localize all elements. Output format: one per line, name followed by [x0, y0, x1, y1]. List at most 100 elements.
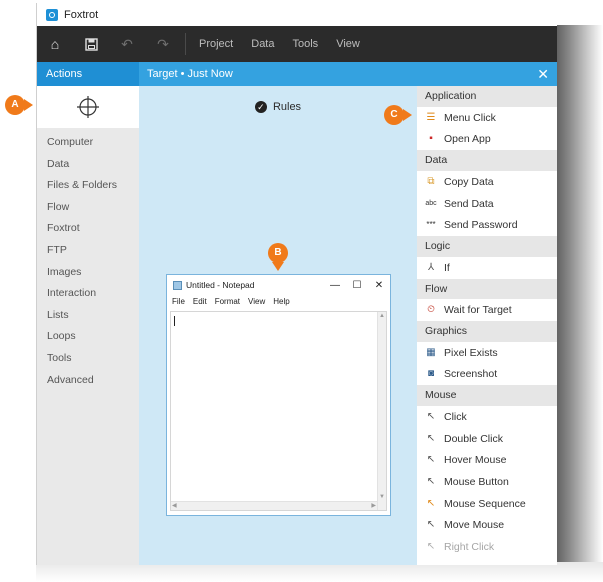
menu-data[interactable]: Data — [251, 38, 274, 50]
menu-tools[interactable]: Tools — [293, 38, 319, 50]
category-foxtrot[interactable]: Foxtrot — [37, 218, 139, 240]
action-copy-data[interactable]: ⧉ Copy Data — [417, 171, 557, 193]
minimize-icon: — — [330, 279, 340, 291]
action-move-mouse[interactable]: ↖ Move Mouse — [417, 514, 557, 536]
text-caret — [174, 316, 175, 326]
target-canvas: ✓ Rules Untitled - Notepad — ☐ ✕ File Ed… — [139, 86, 417, 565]
callout-c: C — [384, 105, 404, 125]
category-advanced[interactable]: Advanced — [37, 370, 139, 392]
action-label: Send Password — [444, 219, 518, 232]
scroll-up-icon: ▲ — [379, 313, 385, 319]
category-ftp[interactable]: FTP — [37, 240, 139, 262]
toolbar-divider — [185, 33, 186, 55]
section-flow: Flow — [417, 278, 557, 300]
right-click-icon: ↖ — [426, 540, 436, 552]
double-click-icon: ↖ — [426, 432, 436, 444]
callout-b-pointer — [272, 262, 284, 271]
redo-icon[interactable]: ↷ — [145, 26, 181, 62]
action-click[interactable]: ↖ Click — [417, 406, 557, 428]
notepad-menu-bar: File Edit Format View Help — [167, 295, 390, 308]
undo-icon[interactable]: ↶ — [109, 26, 145, 62]
section-graphics: Graphics — [417, 321, 557, 342]
callout-c-pointer — [403, 109, 412, 121]
action-label: Double Click — [444, 432, 503, 445]
callout-b: B — [268, 243, 288, 263]
actions-panel-header: Actions — [37, 62, 139, 86]
action-menu-click[interactable]: ☰ Menu Click — [417, 107, 557, 129]
crosshair-icon — [77, 96, 99, 118]
notepad-title-bar: Untitled - Notepad — ☐ ✕ — [167, 275, 390, 295]
window-shadow-bottom — [36, 562, 603, 582]
click-icon: ↖ — [426, 410, 436, 422]
category-loops[interactable]: Loops — [37, 326, 139, 348]
action-double-click[interactable]: ↖ Double Click — [417, 428, 557, 450]
menu-view[interactable]: View — [336, 38, 360, 50]
target-selector[interactable] — [37, 86, 139, 128]
notepad-menu-view: View — [248, 297, 266, 306]
action-label: Hover Mouse — [444, 454, 507, 467]
action-send-data[interactable]: abc Send Data — [417, 193, 557, 215]
action-label: Screenshot — [444, 368, 498, 381]
scroll-right-icon: ▶ — [371, 503, 376, 509]
action-send-password[interactable]: *** Send Password — [417, 214, 557, 236]
notepad-menu-edit: Edit — [192, 297, 207, 306]
close-icon[interactable]: ✕ — [537, 62, 549, 86]
category-interaction[interactable]: Interaction — [37, 283, 139, 305]
maximize-icon: ☐ — [352, 279, 362, 291]
screenshot-icon: ◙ — [427, 368, 435, 380]
action-open-app[interactable]: ▪ Open App — [417, 128, 557, 150]
action-label: Move Mouse — [444, 519, 505, 532]
category-flow[interactable]: Flow — [37, 197, 139, 219]
home-icon[interactable]: ⌂ — [37, 26, 73, 62]
action-mouse-sequence[interactable]: ↖ Mouse Sequence — [417, 493, 557, 515]
section-logic: Logic — [417, 236, 557, 257]
action-label: Mouse Sequence — [444, 497, 526, 510]
category-lists[interactable]: Lists — [37, 305, 139, 327]
action-mouse-button[interactable]: ↖ Mouse Button — [417, 471, 557, 493]
category-images[interactable]: Images — [37, 262, 139, 284]
move-mouse-icon: ↖ — [426, 519, 436, 531]
action-label: Open App — [444, 133, 491, 146]
scroll-left-icon: ◀ — [172, 503, 177, 509]
action-right-click[interactable]: ↖ Right Click — [417, 536, 557, 558]
window-title: Foxtrot — [64, 8, 99, 21]
notepad-icon — [173, 280, 182, 290]
foxtrot-window: Foxtrot ⌂ ↶ ↷ Project Data Tools View Ac… — [36, 3, 557, 565]
category-tools[interactable]: Tools — [37, 348, 139, 370]
notepad-menu-file: File — [172, 297, 185, 306]
notepad-horizontal-scrollbar: ◀ ▶ — [171, 501, 377, 510]
callout-a: A — [5, 95, 25, 115]
scroll-down-icon: ▼ — [379, 494, 385, 500]
action-label: If — [444, 261, 450, 274]
action-label: Click — [444, 410, 467, 423]
menu-click-icon: ☰ — [426, 111, 436, 123]
notepad-vertical-scrollbar: ▲ ▼ — [377, 312, 386, 510]
notepad-close-icon: ✕ — [374, 279, 384, 291]
toolbar: ⌂ ↶ ↷ Project Data Tools View — [37, 26, 557, 62]
send-password-icon: *** — [426, 220, 436, 230]
rules-button[interactable]: ✓ Rules — [139, 86, 417, 128]
actions-panel: Computer Data Files & Folders Flow Foxtr… — [37, 86, 139, 565]
copy-data-icon: ⧉ — [427, 175, 435, 187]
save-icon[interactable] — [73, 26, 109, 62]
check-circle-icon: ✓ — [254, 101, 267, 113]
category-files-folders[interactable]: Files & Folders — [37, 175, 139, 197]
action-label: Right Click — [444, 540, 495, 553]
action-wait-for-target[interactable]: ⏲ Wait for Target — [417, 299, 557, 321]
action-label: Send Data — [444, 197, 494, 210]
action-label: Mouse Button — [444, 475, 509, 488]
target-panel-title: Target • Just Now — [147, 68, 233, 80]
category-list: Computer Data Files & Folders Flow Foxtr… — [37, 132, 139, 391]
notepad-target-preview: Untitled - Notepad — ☐ ✕ File Edit Forma… — [166, 274, 391, 516]
action-label: Wait for Target — [444, 304, 512, 317]
action-if[interactable]: ⅄ If — [417, 257, 557, 279]
action-screenshot[interactable]: ◙ Screenshot — [417, 363, 557, 385]
category-computer[interactable]: Computer — [37, 132, 139, 154]
send-data-icon: abc — [425, 199, 437, 207]
mouse-sequence-icon: ↖ — [426, 497, 436, 509]
action-hover-mouse[interactable]: ↖ Hover Mouse — [417, 449, 557, 471]
action-pixel-exists[interactable]: ▦ Pixel Exists — [417, 342, 557, 364]
action-label: Pixel Exists — [444, 346, 498, 359]
category-data[interactable]: Data — [37, 154, 139, 176]
menu-project[interactable]: Project — [199, 38, 233, 50]
